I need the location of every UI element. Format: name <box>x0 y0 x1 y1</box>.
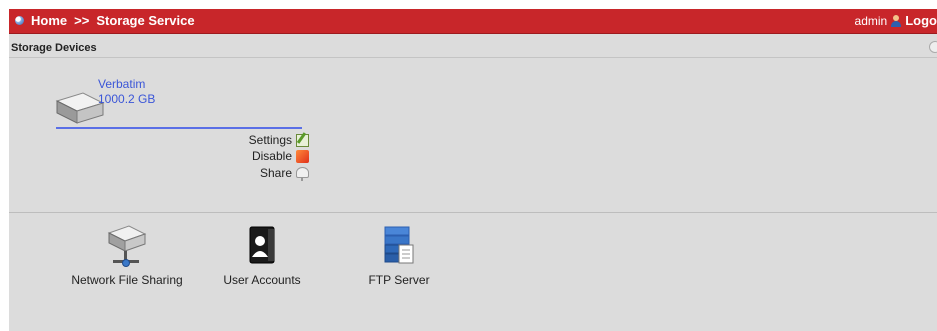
app-label: User Accounts <box>223 273 301 287</box>
user-accounts-icon <box>249 226 275 264</box>
share-label: Share <box>259 166 292 180</box>
user-bar: admin Logo <box>855 13 937 28</box>
disable-icon <box>296 149 309 163</box>
device-usage-bar <box>56 127 302 129</box>
breadcrumb-current: Storage Service <box>96 13 195 28</box>
storage-devices-header: Storage Devices <box>9 35 937 58</box>
share-button[interactable]: Share <box>259 166 309 181</box>
share-icon[interactable] <box>929 41 937 53</box>
breadcrumb-home-link[interactable]: Home <box>31 13 67 28</box>
divider <box>9 212 937 213</box>
app-label: FTP Server <box>368 273 430 287</box>
globe-icon <box>15 16 24 25</box>
breadcrumb-separator: >> <box>74 13 90 28</box>
username: admin <box>854 13 888 28</box>
ftp-server-icon <box>384 226 414 264</box>
section-title: Storage Devices <box>11 42 97 54</box>
settings-button[interactable]: Settings <box>249 133 309 147</box>
app-frame: Home >> Storage Service admin Logo Stora… <box>9 9 937 331</box>
app-label: Network File Sharing <box>71 273 183 287</box>
user-icon <box>891 14 902 27</box>
device-name-link[interactable]: Verbatim <box>98 77 145 91</box>
breadcrumb: Home >> Storage Service <box>15 13 195 28</box>
share-icon <box>296 166 309 181</box>
network-drive-icon <box>107 225 147 267</box>
settings-label: Settings <box>248 133 292 147</box>
disable-label: Disable <box>251 149 292 163</box>
edit-icon <box>296 133 309 147</box>
disable-button[interactable]: Disable <box>252 149 309 163</box>
top-bar: Home >> Storage Service admin Logo <box>9 9 937 34</box>
logout-link[interactable]: Logo <box>905 13 937 28</box>
device-capacity: 1000.2 GB <box>98 92 156 106</box>
